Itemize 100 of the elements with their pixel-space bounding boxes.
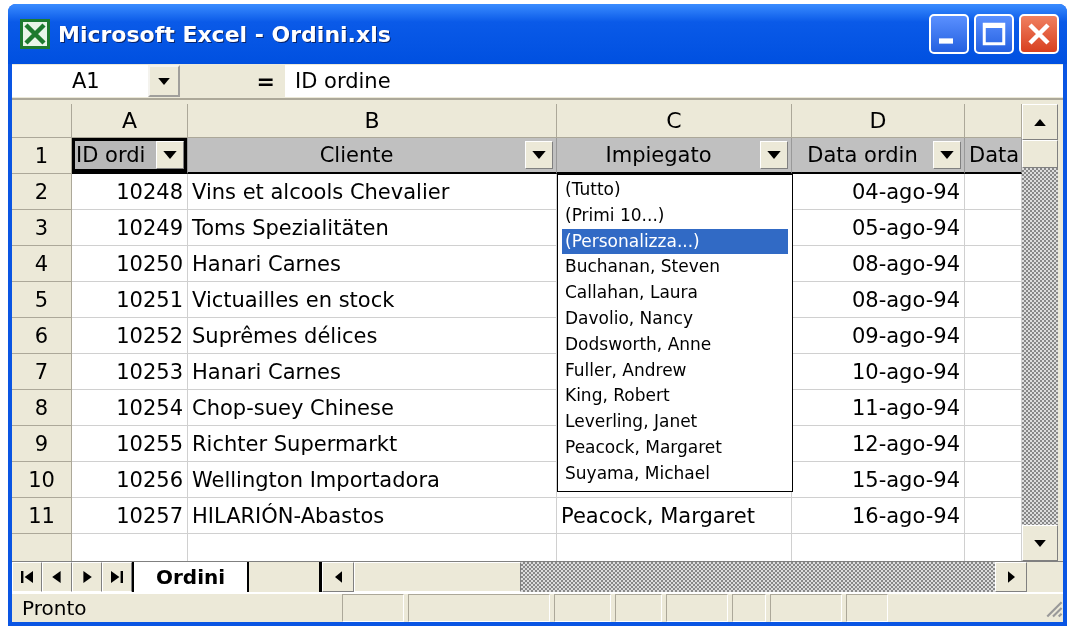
- row-header[interactable]: 11: [12, 498, 72, 534]
- scroll-thumb[interactable]: [354, 562, 522, 592]
- row-header[interactable]: 2: [12, 174, 72, 210]
- filter-button[interactable]: [525, 141, 553, 169]
- next-sheet-button[interactable]: [72, 562, 102, 592]
- dropdown-item[interactable]: (Tutto): [562, 177, 788, 203]
- header-text: Data: [968, 143, 1021, 167]
- status-panel: [732, 594, 766, 622]
- table-cell: Hanari Carnes: [188, 354, 557, 390]
- row-header[interactable]: 1: [12, 138, 72, 174]
- name-box[interactable]: A1: [12, 65, 148, 97]
- column-header[interactable]: A: [72, 104, 188, 138]
- caret-icon: [532, 151, 546, 159]
- window-title: Microsoft Excel - Ordini.xls: [58, 21, 392, 47]
- table-cell: Toms Spezialitäten: [188, 210, 557, 246]
- formula-field[interactable]: ID ordine: [285, 65, 1063, 97]
- row-header[interactable]: 5: [12, 282, 72, 318]
- table-cell: 10249: [72, 210, 188, 246]
- table-cell: Wellington Importadora: [188, 462, 557, 498]
- dropdown-item[interactable]: Suyama, Michael: [562, 460, 788, 487]
- right-arrow-icon: [81, 571, 93, 583]
- dropdown-item[interactable]: Fuller, Andrew: [562, 357, 788, 384]
- up-arrow-icon: [1034, 118, 1046, 126]
- dropdown-item[interactable]: King, Robert: [562, 383, 788, 410]
- dropdown-item[interactable]: (Personalizza...): [562, 228, 788, 255]
- dropdown-button[interactable]: [148, 65, 180, 97]
- caret-icon: [940, 151, 954, 159]
- table-cell: 10255: [72, 426, 188, 462]
- horizontal-scrollbar[interactable]: [322, 562, 1027, 592]
- dropdown-item[interactable]: Peacock, Margaret: [562, 434, 788, 461]
- table-cell: 10250: [72, 246, 188, 282]
- filter-button[interactable]: [156, 141, 184, 169]
- table-cell: 16-ago-94: [792, 498, 965, 534]
- maximize-button[interactable]: [974, 14, 1014, 54]
- status-panel: [554, 594, 611, 622]
- first-arrow-icon: [21, 571, 33, 583]
- close-button[interactable]: [1019, 14, 1059, 54]
- header-text: Data ordin: [806, 143, 919, 167]
- filter-button[interactable]: [760, 141, 788, 169]
- filter-button[interactable]: [933, 141, 961, 169]
- row-header[interactable]: 6: [12, 318, 72, 354]
- column-header[interactable]: D: [792, 104, 965, 138]
- table-cell: 10253: [72, 354, 188, 390]
- minimize-icon: [939, 38, 953, 44]
- status-panel: [342, 594, 404, 622]
- column-header[interactable]: C: [557, 104, 792, 138]
- status-panel: [666, 594, 728, 622]
- scroll-left-button[interactable]: [322, 562, 355, 592]
- row-header[interactable]: 7: [12, 354, 72, 390]
- table-cell: Chop-suey Chinese: [188, 390, 557, 426]
- table-cell: HILARIÓN-Abastos: [188, 498, 557, 534]
- table-cell: 10257: [72, 498, 188, 534]
- table-cell: Vins et alcools Chevalier: [188, 174, 557, 210]
- row-header[interactable]: 9: [12, 426, 72, 462]
- minimize-button[interactable]: [929, 14, 969, 54]
- table-cell: 10256: [72, 462, 188, 498]
- table-cell: 10251: [72, 282, 188, 318]
- row-header[interactable]: 8: [12, 390, 72, 426]
- sheet-tab[interactable]: Ordini: [132, 562, 250, 592]
- left-arrow-icon: [51, 571, 63, 583]
- last-arrow-icon: [111, 571, 123, 583]
- table-cell: 10248: [72, 174, 188, 210]
- row-header[interactable]: 4: [12, 246, 72, 282]
- header-text: ID ordi: [75, 143, 147, 167]
- equals-sign: =: [255, 68, 276, 94]
- left-arrow-icon: [334, 571, 342, 583]
- table-cell: 10252: [72, 318, 188, 354]
- table-cell: Victuailles en stock: [188, 282, 557, 318]
- dropdown-item[interactable]: Callahan, Laura: [562, 280, 788, 306]
- caret-icon: [163, 151, 177, 159]
- scroll-right-button[interactable]: [995, 562, 1027, 592]
- row-header[interactable]: 10: [12, 462, 72, 498]
- dropdown-item[interactable]: Buchanan, Steven: [562, 254, 788, 281]
- caret-icon: [158, 77, 170, 85]
- caret-icon: [767, 151, 781, 159]
- status-panel: [846, 594, 888, 622]
- spreadsheet-icon: [20, 19, 50, 49]
- dropdown-item[interactable]: Leverling, Janet: [562, 409, 788, 435]
- table-cell: 10254: [72, 390, 188, 426]
- scroll-down-button[interactable]: [1022, 525, 1058, 561]
- down-arrow-icon: [1034, 539, 1046, 547]
- dropdown-item[interactable]: Dodsworth, Anne: [562, 331, 788, 358]
- dropdown-item[interactable]: (Primi 10...): [562, 202, 788, 229]
- row-header[interactable]: 3: [12, 210, 72, 246]
- scroll-thumb[interactable]: [1022, 140, 1058, 168]
- first-sheet-button[interactable]: [12, 562, 42, 592]
- header-text: Impiegato: [604, 143, 713, 167]
- header-text: Cliente: [318, 143, 395, 167]
- right-arrow-icon: [1007, 571, 1015, 583]
- previous-sheet-button[interactable]: [42, 562, 72, 592]
- vertical-scrollbar[interactable]: [1022, 104, 1058, 561]
- column-header[interactable]: B: [188, 104, 557, 138]
- last-sheet-button[interactable]: [102, 562, 132, 592]
- table-cell: Hanari Carnes: [188, 246, 557, 282]
- table-cell: Peacock, Margaret: [557, 498, 792, 534]
- dropdown-item[interactable]: Davolio, Nancy: [562, 306, 788, 332]
- status-panel: [615, 594, 662, 622]
- status-panel: [770, 594, 842, 622]
- table-cell: Suprêmes délices: [188, 318, 557, 354]
- scroll-up-button[interactable]: [1022, 104, 1058, 140]
